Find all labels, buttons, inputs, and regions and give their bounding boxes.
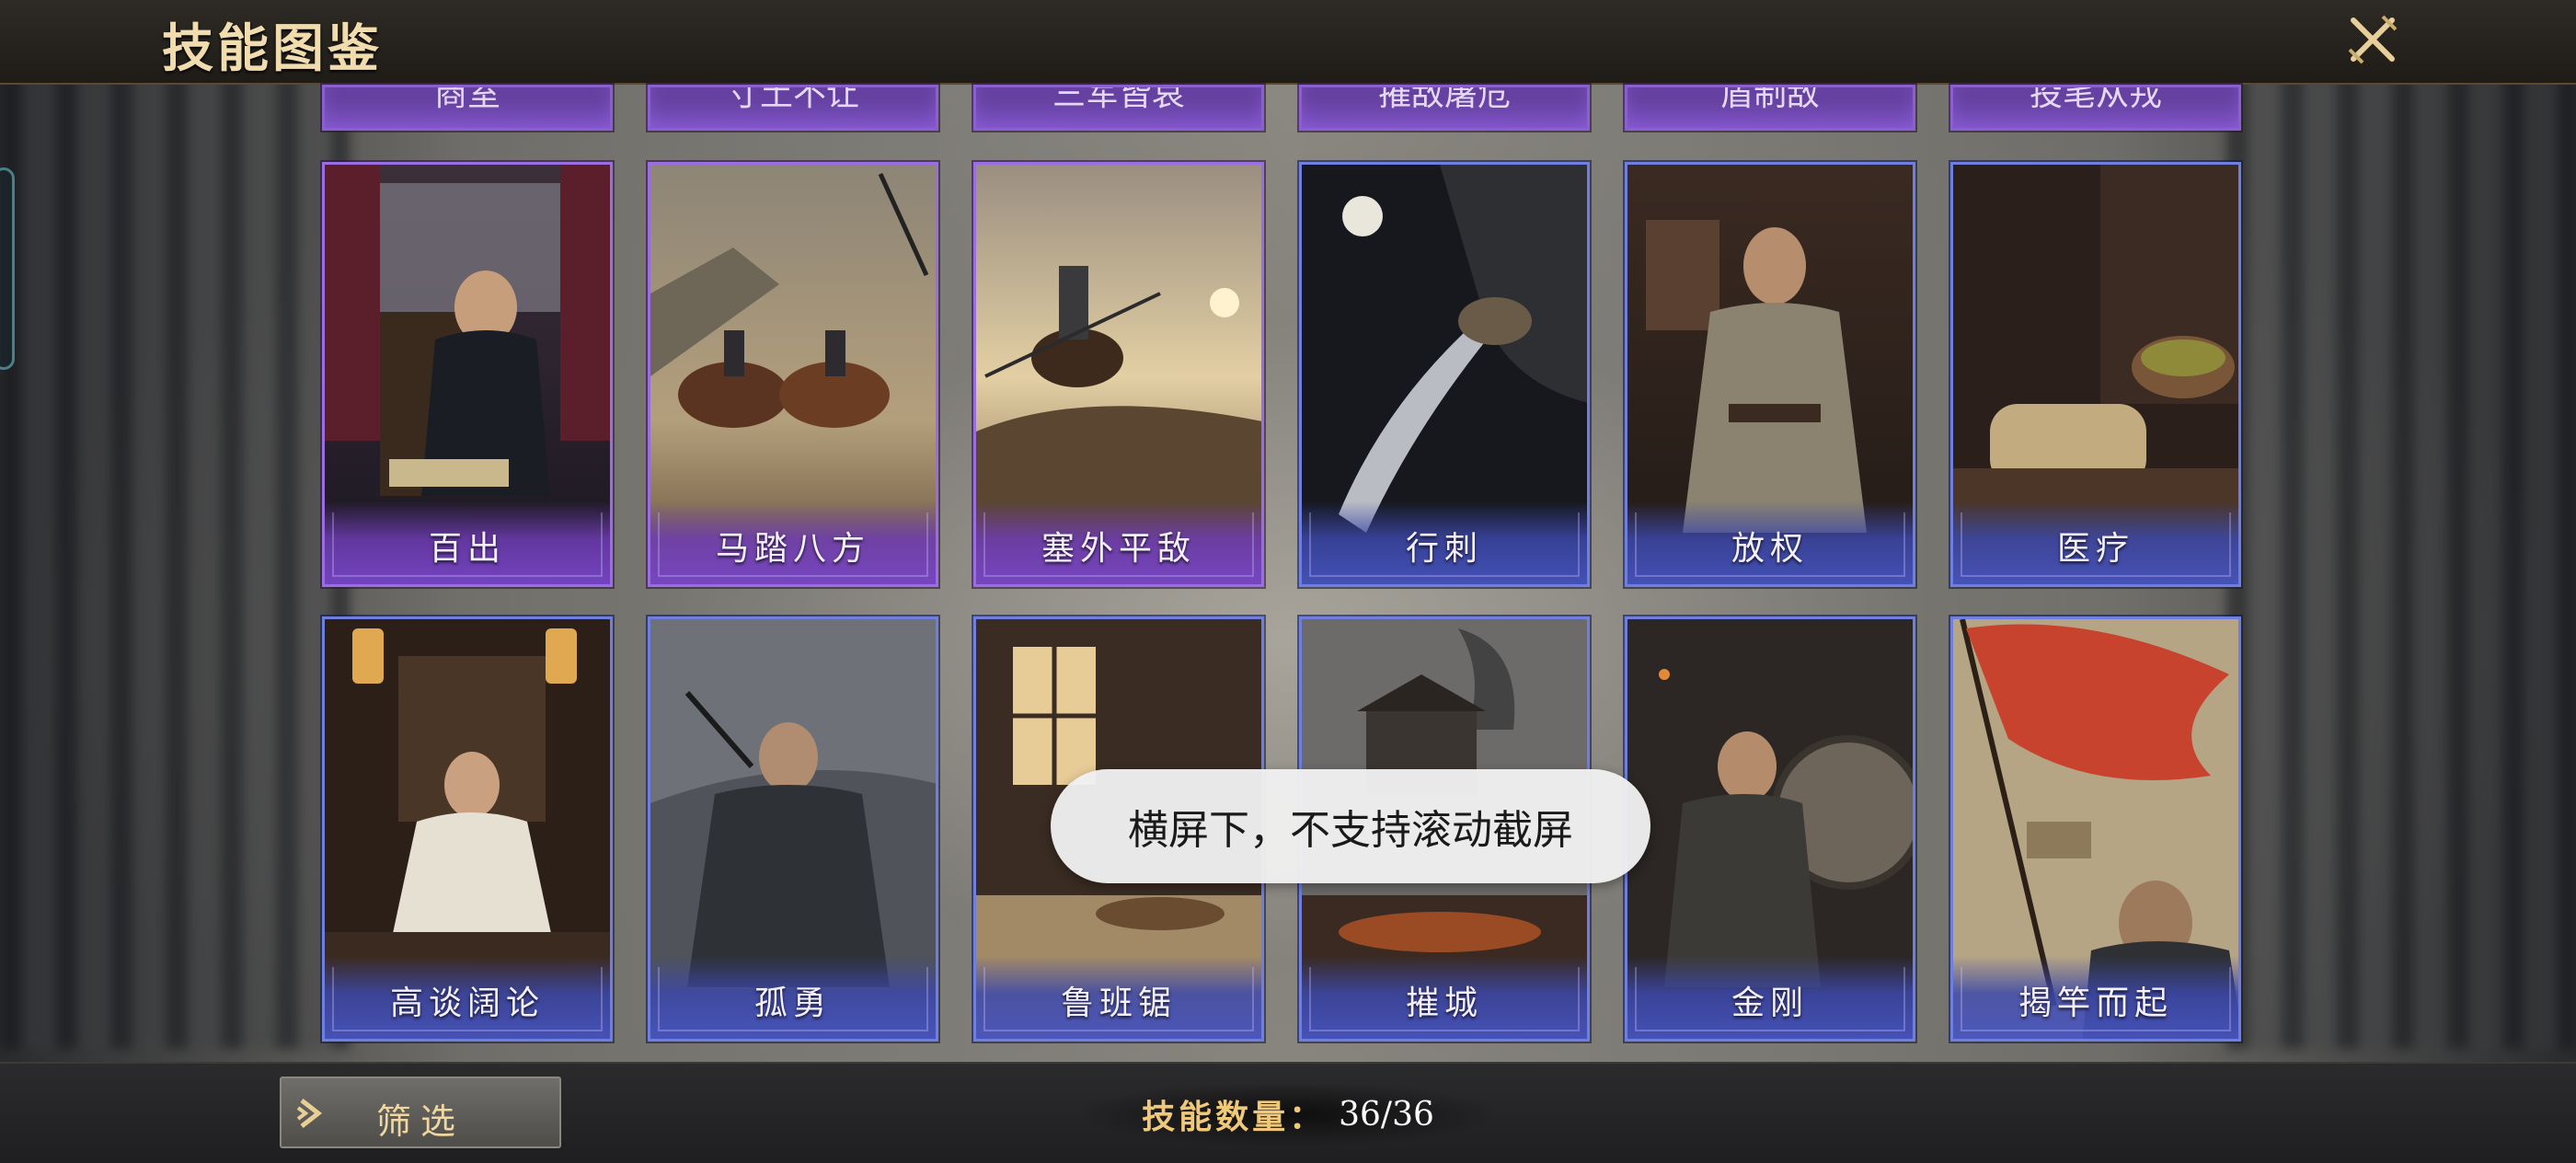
skill-card-partial[interactable]: 盾制敌 [1625,85,1915,131]
top-bar: 技能图鉴 [0,0,2576,85]
skill-name: 金刚 [1731,985,1809,1022]
skill-name: 摧敌屠危 [1377,85,1511,113]
skill-name: 塞外平敌 [1041,530,1196,568]
skill-name: 医疗 [2056,530,2134,568]
skill-name: 高谈阔论 [389,985,545,1022]
page-title: 技能图鉴 [162,18,383,79]
skill-name: 鲁班锯 [1060,985,1177,1022]
skill-name: 揭竿而起 [2018,985,2173,1022]
curtain-right [2226,74,2576,1049]
toast-message: 横屏下，不支持滚动截屏 [1051,769,1650,883]
filter-button[interactable]: 筛选 [280,1077,561,1148]
bottom-bar: 筛选 技能数量： 36/36 [0,1062,2576,1163]
skill-count-label: 技能数量： [1142,1098,1327,1136]
skill-grid: 商室 寸土不让 三军皆哀 摧敌屠危 盾制敌 投笔从戎 百出 马踏八方 塞外平敌 … [322,85,2245,1042]
skill-card[interactable]: 行刺 [1299,162,1590,587]
crossed-swords-icon [2348,15,2398,64]
skill-name: 摧城 [1405,985,1483,1022]
close-button[interactable] [2344,11,2401,68]
skill-card[interactable]: 百出 [322,162,613,587]
skill-name: 商室 [433,85,500,113]
skill-card[interactable]: 孤勇 [648,616,938,1042]
skill-card[interactable]: 高谈阔论 [322,616,613,1042]
skill-name: 寸土不让 [726,85,859,113]
skill-card-partial[interactable]: 寸土不让 [648,85,938,131]
skill-card-partial[interactable]: 摧敌屠危 [1299,85,1590,131]
skill-card-partial[interactable]: 商室 [322,85,613,131]
skill-name: 三军皆哀 [1052,85,1185,113]
skill-card[interactable]: 塞外平敌 [973,162,1264,587]
filter-label: 筛选 [375,1101,465,1142]
skill-card-partial[interactable]: 三军皆哀 [973,85,1264,131]
curtain-left [0,74,350,1049]
skill-card-partial[interactable]: 投笔从戎 [1950,85,2241,131]
skill-card[interactable]: 放权 [1625,162,1915,587]
skill-name: 百出 [428,530,506,568]
toast-text: 横屏下，不支持滚动截屏 [1128,807,1573,854]
side-tab[interactable] [0,167,15,370]
skill-card[interactable]: 金刚 [1625,616,1915,1042]
skill-name: 盾制敌 [1719,85,1820,113]
skill-card[interactable]: 揭竿而起 [1950,616,2241,1042]
skill-name: 马踏八方 [715,530,870,568]
skill-card[interactable]: 马踏八方 [648,162,938,587]
skill-count: 技能数量： 36/36 [1086,1084,1490,1145]
skill-name: 行刺 [1405,530,1483,568]
skill-count-value: 36/36 [1339,1095,1434,1134]
skill-name: 孤勇 [753,985,832,1022]
skill-name: 放权 [1731,530,1809,568]
skill-name: 投笔从戎 [2029,85,2162,113]
skill-card[interactable]: 医疗 [1950,162,2241,587]
